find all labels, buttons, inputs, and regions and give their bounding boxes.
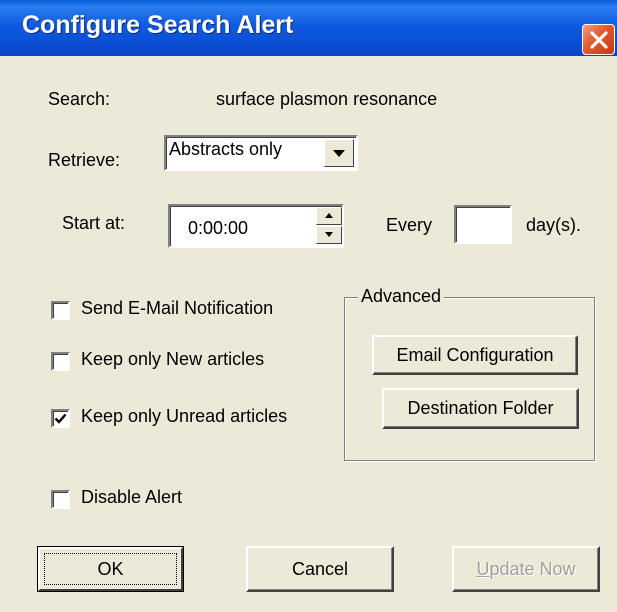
window-title: Configure Search Alert xyxy=(22,11,294,39)
send-email-checkbox[interactable] xyxy=(51,301,70,320)
cancel-button[interactable]: Cancel xyxy=(246,546,394,592)
destination-folder-label: Destination Folder xyxy=(407,398,554,418)
close-icon xyxy=(590,31,608,49)
email-configuration-button[interactable]: Email Configuration xyxy=(372,335,578,375)
retrieve-label: Retrieve: xyxy=(48,150,121,170)
start-at-label: Start at: xyxy=(62,213,126,233)
cancel-label: Cancel xyxy=(291,559,349,579)
retrieve-dropdown-button[interactable] xyxy=(324,139,354,167)
update-now-button[interactable]: Update Now xyxy=(452,546,600,592)
ok-label: OK xyxy=(97,559,124,579)
keep-new-checkbox[interactable] xyxy=(51,352,70,371)
advanced-group-legend: Advanced xyxy=(358,286,445,307)
arrow-up-icon xyxy=(325,213,333,218)
title-bar[interactable]: Configure Search Alert xyxy=(0,0,617,56)
destination-folder-button[interactable]: Destination Folder xyxy=(382,388,579,429)
start-time-spin-up[interactable] xyxy=(316,207,342,225)
start-time-spin-down[interactable] xyxy=(316,226,342,244)
email-configuration-label: Email Configuration xyxy=(396,345,554,365)
close-button[interactable] xyxy=(582,24,615,55)
arrow-down-icon xyxy=(325,232,333,237)
retrieve-selected-value: Abstracts only xyxy=(169,139,283,159)
advanced-group xyxy=(344,297,595,461)
chevron-down-icon xyxy=(333,150,345,157)
configure-search-alert-dialog: Configure Search Alert Search: surface p… xyxy=(0,0,617,612)
disable-alert-label[interactable]: Disable Alert xyxy=(81,487,182,508)
retrieve-dropdown[interactable]: Abstracts only xyxy=(164,135,358,171)
keep-unread-label[interactable]: Keep only Unread articles xyxy=(81,406,287,427)
send-email-label[interactable]: Send E-Mail Notification xyxy=(81,298,273,319)
disable-alert-checkbox[interactable] xyxy=(51,490,70,509)
start-time-value: 0:00:00 xyxy=(188,218,249,238)
days-unit-label: day(s). xyxy=(526,215,582,235)
keep-new-label[interactable]: Keep only New articles xyxy=(81,349,264,370)
update-now-label: Update Now xyxy=(476,559,576,579)
search-query-value: surface plasmon resonance xyxy=(216,89,438,109)
keep-unread-checkbox[interactable] xyxy=(51,409,70,428)
search-label: Search: xyxy=(48,89,111,109)
interval-days-input[interactable] xyxy=(454,205,512,244)
ok-button[interactable]: OK xyxy=(37,546,184,592)
checkmark-icon xyxy=(54,413,67,424)
every-label: Every xyxy=(386,215,433,235)
